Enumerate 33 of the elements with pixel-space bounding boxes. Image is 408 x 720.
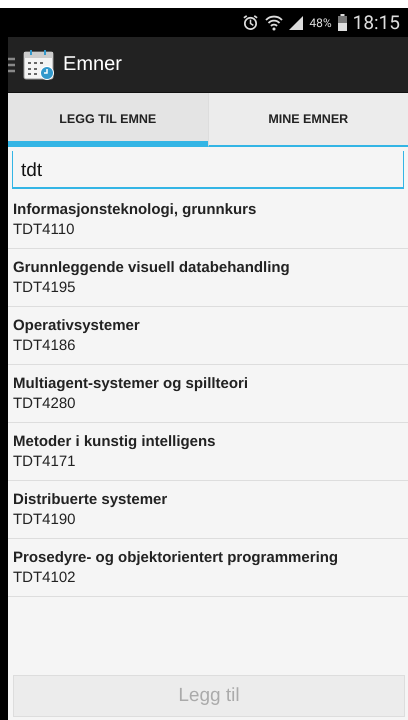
clock-time: 18:15 bbox=[352, 11, 400, 34]
course-item[interactable]: Multiagent-systemer og spillteori TDT4280 bbox=[8, 365, 408, 423]
course-item[interactable]: Informasjonsteknologi, grunnkurs TDT4110 bbox=[8, 191, 408, 249]
course-name: Operativsystemer bbox=[13, 317, 141, 334]
course-name: Distribuerte systemer bbox=[13, 491, 168, 508]
course-name: Metoder i kunstig intelligens bbox=[13, 433, 217, 450]
course-item[interactable]: Grunnleggende visuell databehandling TDT4195 bbox=[8, 249, 408, 307]
alarm-clock-icon bbox=[242, 14, 260, 31]
course-name: Grunnleggende visuell databehandling bbox=[13, 259, 291, 276]
search-field[interactable]: tdt bbox=[12, 151, 404, 189]
course-item[interactable]: Prosedyre- og objektorientert programmering TDT4102 bbox=[8, 539, 408, 597]
signal-icon bbox=[289, 16, 304, 30]
course-item[interactable]: Metoder i kunstig intelligens TDT4171 bbox=[8, 423, 408, 481]
calendar-icon[interactable] bbox=[23, 48, 55, 80]
wifi-icon bbox=[265, 14, 284, 30]
course-code: TDT4280 bbox=[13, 395, 77, 412]
tab[interactable]: LEGG TIL EMNE bbox=[8, 93, 208, 147]
course-code: TDT4186 bbox=[13, 337, 77, 354]
course-name: Multiagent-systemer og spillteori bbox=[13, 375, 250, 392]
battery-percent: 48% bbox=[309, 16, 332, 30]
course-item[interactable]: Operativsystemer TDT4186 bbox=[8, 307, 408, 365]
menu-icon[interactable] bbox=[8, 56, 15, 72]
course-code: TDT4110 bbox=[13, 221, 76, 238]
tab[interactable]: MINE EMNER bbox=[208, 93, 408, 147]
course-code: TDT4102 bbox=[13, 569, 77, 586]
course-code: TDT4195 bbox=[13, 279, 77, 296]
course-name: Informasjonsteknologi, grunnkurs bbox=[13, 201, 258, 218]
course-name: Prosedyre- og objektorientert programmering bbox=[13, 549, 340, 566]
course-item[interactable]: Distribuerte systemer TDT4190 bbox=[8, 481, 408, 539]
screen-title: Emner bbox=[63, 53, 122, 76]
course-code: TDT4190 bbox=[13, 511, 77, 528]
battery-icon bbox=[338, 14, 347, 31]
course-code: TDT4171 bbox=[13, 453, 77, 470]
